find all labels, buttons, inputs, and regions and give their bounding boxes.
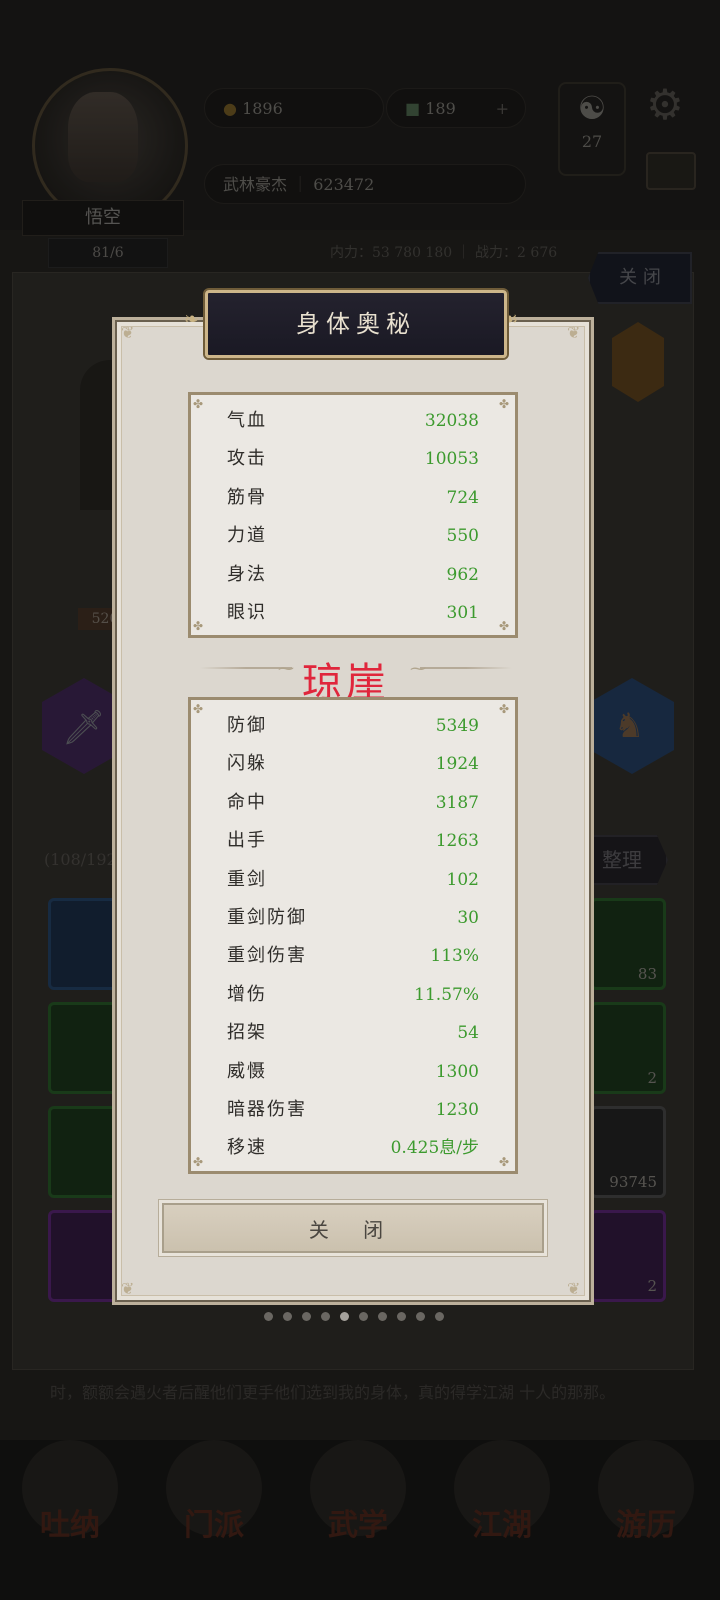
stat-row: 重剑伤害 113% (191, 937, 515, 975)
stat-row: 重剑 102 (191, 861, 515, 899)
stat-value: 1300 (435, 1061, 479, 1082)
stat-label: 气血 (227, 410, 267, 431)
stat-row: 重剑防御 30 (191, 899, 515, 937)
primary-stats-panel: ✤ ✤ ✤ ✤ 气血 32038 攻击 10053 筋骨 724 力道 550 身法 962 眼识 3… (188, 392, 518, 638)
page-indicator (264, 1312, 444, 1324)
page-dot[interactable] (397, 1312, 406, 1321)
stat-value: 113% (430, 946, 479, 967)
stat-value: 102 (446, 869, 479, 890)
stat-label: 力道 (227, 525, 267, 547)
stat-value: 10053 (424, 449, 479, 470)
page-dot[interactable] (302, 1312, 311, 1321)
stat-row: 增伤 11.57% (191, 976, 515, 1014)
secondary-stats-panel: ✤ ✤ ✤ ✤ 防御 5349 闪躲 1924 命中 3187 出手 1263 重剑 102 重剑防… (188, 697, 518, 1174)
stat-row: 闪躲 1924 (191, 745, 515, 783)
page-dot[interactable] (321, 1312, 330, 1321)
page-dot[interactable] (435, 1312, 444, 1321)
close-button[interactable]: 关 闭 (162, 1203, 544, 1253)
corner-ornament: ❦ (121, 1279, 135, 1298)
stat-value: 962 (446, 564, 479, 585)
stat-label: 重剑防御 (227, 906, 307, 928)
stat-label: 防御 (227, 715, 267, 736)
stat-row: 攻击 10053 (191, 440, 515, 478)
stat-label: 重剑伤害 (227, 945, 307, 967)
stat-value: 11.57% (414, 984, 479, 1005)
stat-row: 命中 3187 (191, 784, 515, 822)
stat-value: 5349 (435, 716, 479, 736)
stat-label: 增伤 (227, 983, 267, 1005)
page-dot[interactable] (283, 1312, 292, 1321)
stat-value: 1924 (435, 754, 479, 775)
page-dot[interactable] (378, 1312, 387, 1321)
stat-value: 0.425息/步 (390, 1138, 479, 1159)
stat-value: 32038 (424, 411, 479, 431)
stat-row: 眼识 301 (191, 594, 515, 632)
secondary-stats-list: 防御 5349 闪躲 1924 命中 3187 出手 1263 重剑 102 重剑防御 30 重剑伤害 1… (191, 707, 515, 1168)
stat-row: 身法 962 (191, 556, 515, 594)
stat-value: 30 (457, 907, 479, 928)
page-dot[interactable] (359, 1312, 368, 1321)
divider-ornament: ⁓ (278, 659, 294, 678)
stat-label: 攻击 (227, 448, 267, 470)
stat-row: 移速 0.425息/步 (191, 1129, 515, 1167)
stat-value: 1263 (435, 831, 479, 852)
stat-label: 身法 (227, 563, 267, 585)
stat-label: 重剑 (227, 868, 267, 890)
stat-row: 力道 550 (191, 517, 515, 555)
stat-label: 筋骨 (227, 486, 267, 508)
stat-value: 301 (446, 602, 479, 623)
stat-label: 命中 (227, 791, 267, 813)
stat-label: 出手 (227, 830, 267, 852)
stat-row: 气血 32038 (191, 402, 515, 440)
stat-row: 防御 5349 (191, 707, 515, 745)
stat-value: 724 (446, 487, 479, 508)
stat-label: 移速 (227, 1137, 267, 1159)
stat-value: 1230 (435, 1099, 479, 1120)
stat-row: 威慑 1300 (191, 1053, 515, 1091)
page-dot[interactable] (264, 1312, 273, 1321)
dialog-title: 身体奥秘 (205, 290, 507, 358)
corner-ornament: ❦ (567, 323, 581, 342)
page-dot[interactable] (340, 1312, 349, 1321)
stat-label: 闪躲 (227, 753, 267, 775)
page-dot[interactable] (416, 1312, 425, 1321)
primary-stats-list: 气血 32038 攻击 10053 筋骨 724 力道 550 身法 962 眼识 301 (191, 402, 515, 632)
stat-label: 招架 (227, 1022, 267, 1044)
stat-row: 筋骨 724 (191, 479, 515, 517)
stat-value: 3187 (435, 792, 479, 813)
corner-ornament: ❦ (121, 323, 135, 342)
stat-value: 550 (446, 526, 479, 547)
stat-label: 眼识 (227, 601, 267, 623)
stat-row: 暗器伤害 1230 (191, 1091, 515, 1129)
stat-label: 暗器伤害 (227, 1098, 307, 1120)
corner-ornament: ❦ (567, 1279, 581, 1298)
divider-ornament: ⁓ (410, 659, 426, 678)
stat-label: 威慑 (227, 1060, 267, 1082)
stat-row: 招架 54 (191, 1014, 515, 1052)
stat-row: 出手 1263 (191, 822, 515, 860)
stat-value: 54 (457, 1023, 479, 1044)
title-ornament-left: ❧ (184, 309, 200, 330)
divider-line (420, 667, 512, 669)
